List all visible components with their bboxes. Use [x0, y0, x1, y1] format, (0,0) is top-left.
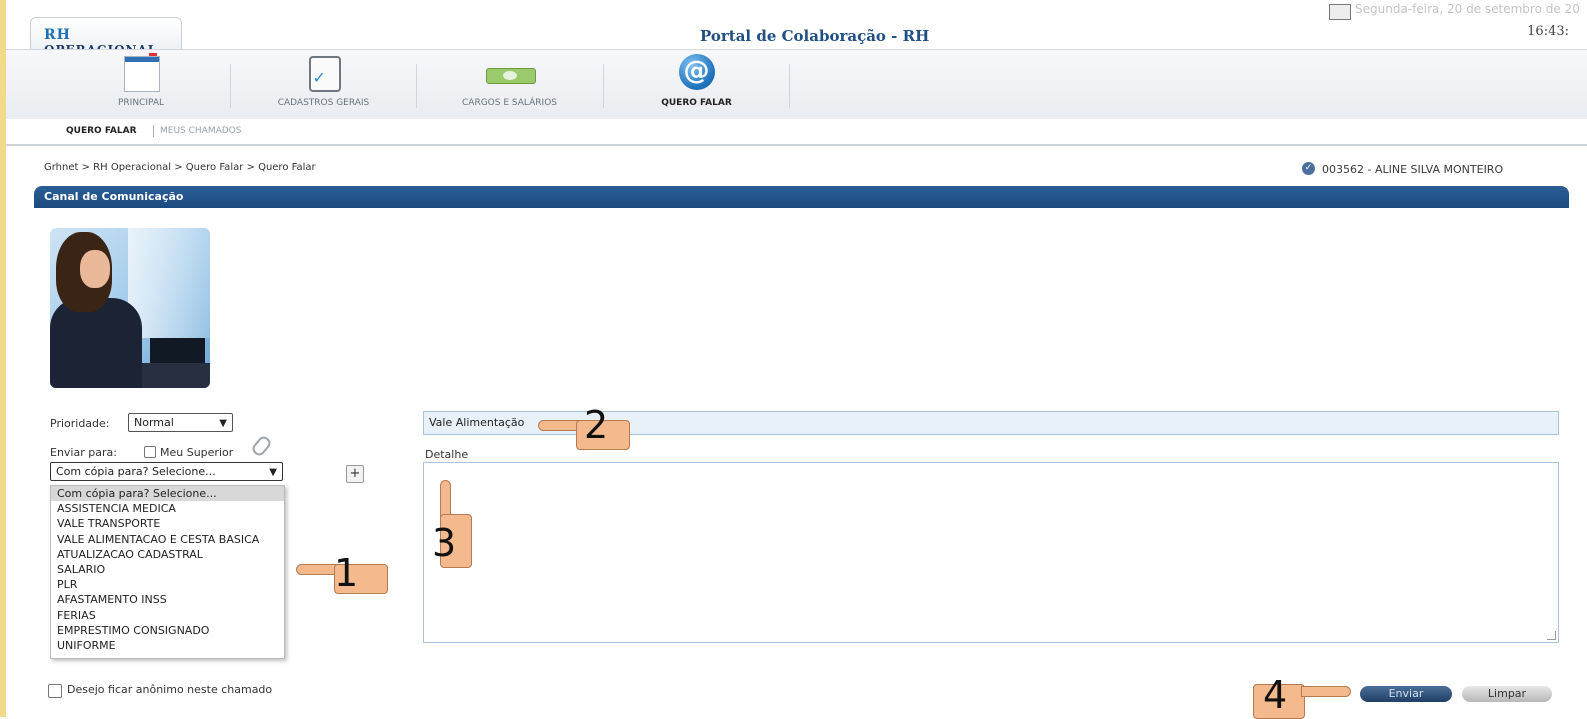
menu-item-label: QUERO FALAR — [661, 98, 732, 108]
annotation-number: 4 — [1263, 673, 1288, 717]
current-time: 16:43: — [1527, 24, 1569, 39]
pointing-hand-3-icon: 3 — [428, 480, 478, 572]
detail-label: Detalhe — [425, 448, 469, 461]
main-menu: PRINCIPAL CADASTROS GERAIS CARGOS E SALÁ… — [6, 49, 1587, 121]
dropdown-option[interactable]: Com cópia para? Selecione... — [51, 486, 284, 502]
panel-header: Canal de Comunicação — [34, 186, 1569, 208]
money-icon — [485, 68, 536, 84]
menu-item-label: CADASTROS GERAIS — [277, 98, 370, 108]
dropdown-option[interactable]: PLR — [51, 577, 284, 592]
app-logo-tab[interactable]: RH OPERACIONAL — [30, 17, 182, 57]
menu-item-principal[interactable]: PRINCIPAL — [51, 50, 231, 120]
panel-title: Canal de Comunicação — [44, 190, 184, 203]
dropdown-option[interactable]: ASSISTENCIA MEDICA — [51, 501, 284, 516]
current-date: Segunda-feira, 20 de setembro de 20 — [1355, 2, 1580, 16]
document-check-icon — [308, 56, 341, 92]
user-check-icon: ✓ — [1302, 162, 1315, 175]
send-button[interactable]: Enviar — [1360, 686, 1452, 702]
submenu-quero-falar[interactable]: QUERO FALAR — [66, 126, 137, 136]
breadcrumb: Grhnet > RH Operacional > Quero Falar > … — [44, 162, 316, 173]
chevron-down-icon: ▼ — [269, 467, 277, 478]
add-recipient-button[interactable]: + — [346, 465, 364, 483]
priority-label: Prioridade: — [50, 417, 110, 430]
cc-select-value: Com cópia para? Selecione... — [56, 465, 216, 478]
user-name: 003562 - ALINE SILVA MONTEIRO — [1322, 163, 1504, 176]
detail-textarea[interactable] — [423, 462, 1559, 643]
dropdown-option[interactable]: EMPRESTIMO CONSIGNADO — [51, 623, 284, 638]
dropdown-option[interactable]: SALARIO — [51, 562, 284, 577]
dropdown-option[interactable]: VALE ALIMENTACAO E CESTA BASICA — [51, 532, 284, 547]
pointing-hand-2-icon: 2 — [538, 398, 633, 450]
paperclip-icon[interactable] — [250, 434, 273, 458]
superior-checkbox[interactable] — [144, 446, 156, 458]
anonymous-label: Desejo ficar anônimo neste chamado — [67, 683, 273, 696]
calendar-icon — [124, 53, 160, 92]
chevron-down-icon: ▼ — [219, 418, 227, 429]
priority-select[interactable]: Normal ▼ — [128, 413, 233, 432]
resize-grip-icon[interactable] — [1547, 631, 1556, 640]
dropdown-option[interactable]: UNIFORME — [51, 638, 284, 653]
at-sign-icon: @ — [678, 54, 715, 90]
pointing-hand-1-icon: 1 — [296, 542, 391, 594]
pointing-hand-4-icon: 4 — [1253, 672, 1353, 719]
anonymous-checkbox[interactable] — [48, 684, 62, 698]
cc-dropdown-list: Com cópia para? Selecione... ASSISTENCIA… — [50, 485, 285, 659]
annotation-number: 3 — [432, 521, 457, 565]
banner-photo — [50, 228, 210, 388]
superior-label: Meu Superior — [160, 446, 234, 459]
menu-item-quero-falar[interactable]: @ QUERO FALAR — [604, 50, 789, 120]
calendar-small-icon — [1329, 4, 1351, 20]
dropdown-option[interactable]: VALE TRANSPORTE — [51, 516, 284, 531]
menu-item-label: PRINCIPAL — [117, 98, 165, 108]
menu-item-cadastros-gerais[interactable]: CADASTROS GERAIS — [231, 50, 416, 120]
menu-divider — [789, 64, 790, 108]
dropdown-option[interactable]: ATUALIZACAO CADASTRAL — [51, 547, 284, 562]
submenu-meus-chamados[interactable]: MEUS CHAMADOS — [160, 126, 241, 136]
submenu-divider — [153, 125, 154, 137]
submenu: QUERO FALAR MEUS CHAMADOS — [6, 119, 1587, 146]
dropdown-option[interactable]: FERIAS — [51, 608, 284, 623]
annotation-number: 2 — [584, 403, 609, 447]
clear-button[interactable]: Limpar — [1462, 686, 1552, 702]
subject-value: Vale Alimentação — [429, 416, 525, 429]
menu-item-cargos-salarios[interactable]: CARGOS E SALÁRIOS — [417, 50, 602, 120]
priority-select-value: Normal — [134, 416, 174, 429]
cc-select[interactable]: Com cópia para? Selecione... ▼ — [50, 462, 283, 481]
portal-title: Portal de Colaboração - RH — [700, 27, 930, 45]
menu-item-label: CARGOS E SALÁRIOS — [462, 98, 557, 108]
annotation-number: 1 — [334, 551, 359, 595]
send-to-label: Enviar para: — [50, 446, 117, 459]
dropdown-option[interactable]: AFASTAMENTO INSS — [51, 592, 284, 607]
